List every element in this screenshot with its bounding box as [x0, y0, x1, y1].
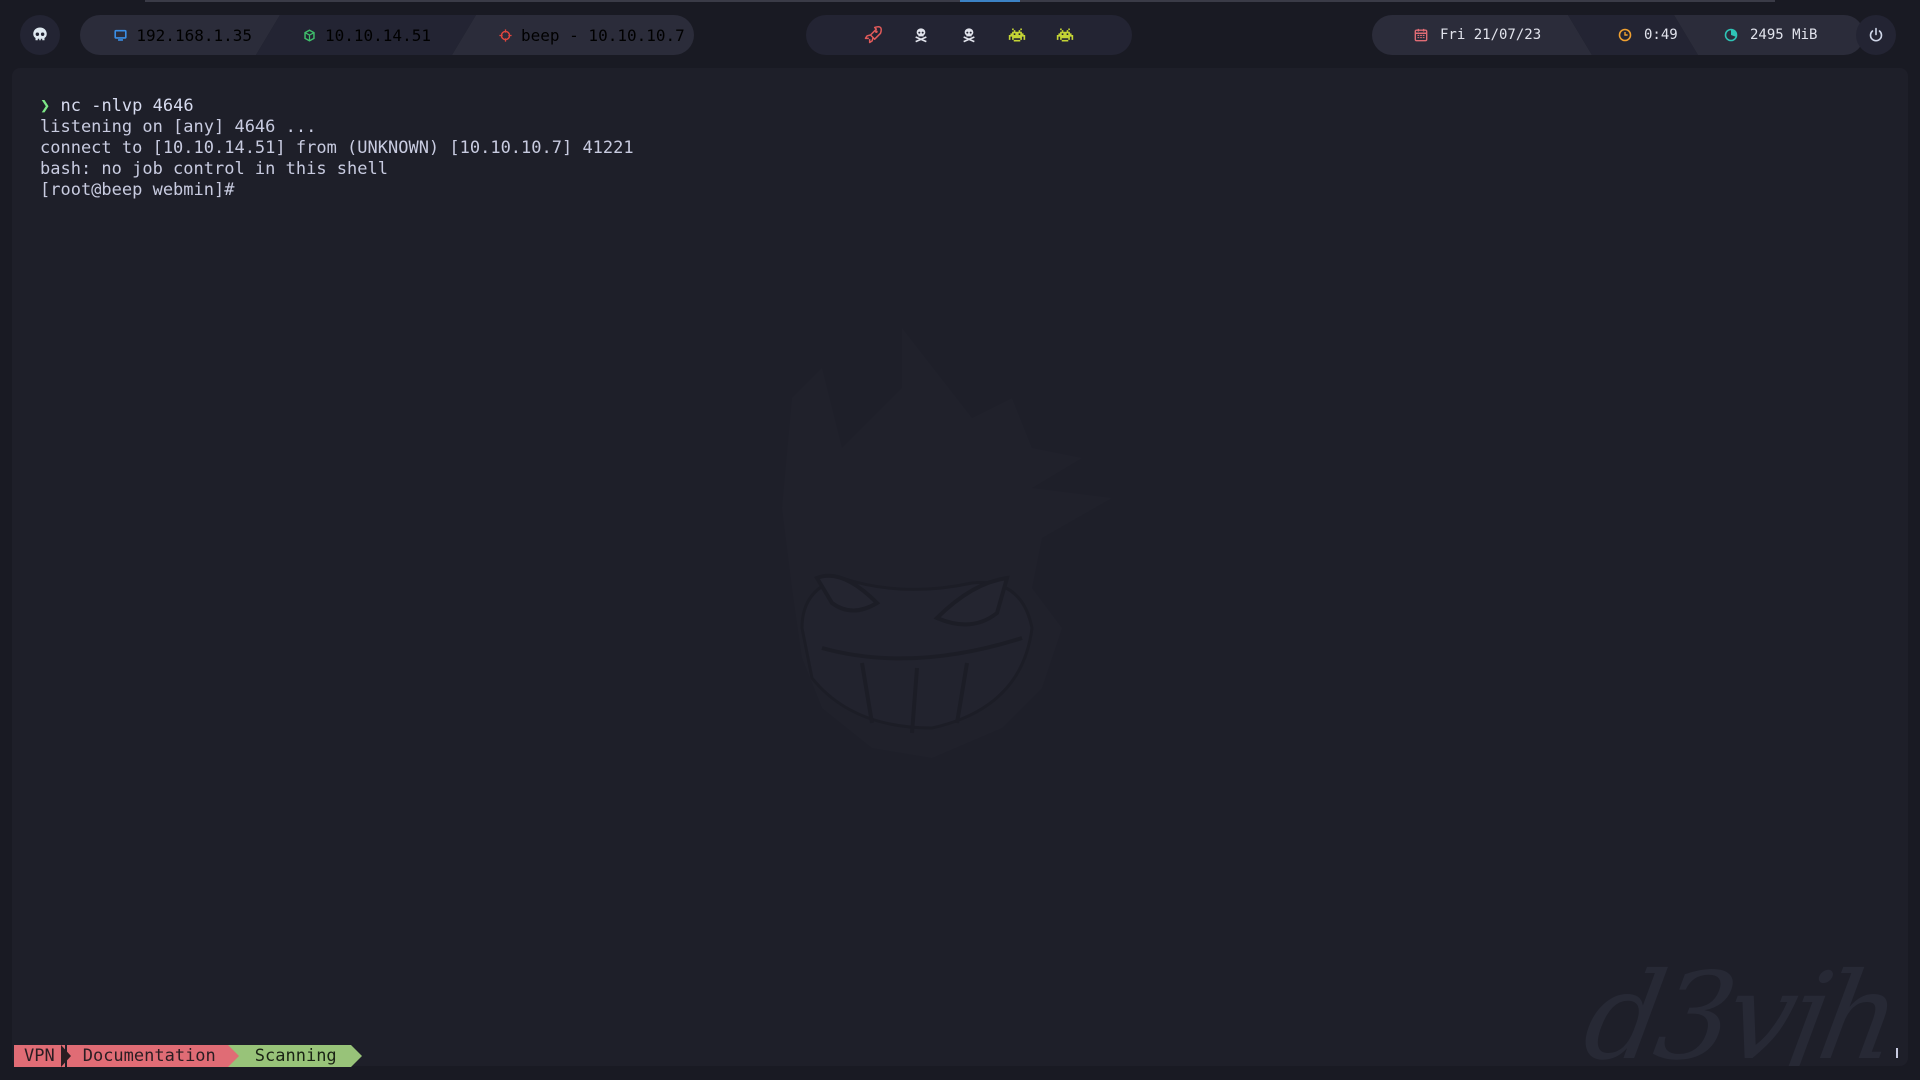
output-line-4: [root@beep webmin]# [40, 180, 235, 200]
signature-watermark: d3vjh [1574, 948, 1905, 1066]
memory-text: 2495 MiB [1750, 27, 1818, 43]
vpn-ip-text: 10.10.14.51 [325, 25, 431, 45]
workspace-indicator-line [145, 0, 1775, 2]
skull-crossbones-icon [963, 28, 975, 43]
skull-crossbones-icon [915, 28, 927, 43]
monitor-icon [114, 28, 127, 42]
vpn-ip-indicator[interactable]: 10.10.14.51 [256, 15, 476, 55]
tmux-status-bar: VPN Documentation Scanning [14, 1045, 362, 1067]
tab-documentation-label: Documentation [82, 1046, 216, 1066]
power-button[interactable] [1856, 15, 1896, 55]
tab-scanning[interactable]: Scanning [238, 1045, 351, 1067]
clock-icon [1618, 28, 1632, 42]
workspace-4[interactable] [993, 28, 1041, 42]
tab-separator [227, 1045, 239, 1067]
space-invader-icon [1008, 28, 1026, 42]
workspace-3[interactable] [945, 27, 993, 43]
scroll-indicator [1896, 1048, 1898, 1058]
local-ip-text: 192.168.1.35 [136, 25, 252, 45]
output-line-3: bash: no job control in this shell [40, 159, 388, 179]
network-indicators: 192.168.1.35 10.10.14.51 beep - 10.10.10… [80, 15, 694, 55]
local-ip-indicator[interactable]: 192.168.1.35 [80, 15, 280, 55]
active-workspace-marker [960, 0, 1020, 2]
calendar-icon [1414, 28, 1428, 42]
skull-icon [33, 27, 47, 41]
system-indicators: Fri 21/07/23 0:49 2495 MiB [1372, 15, 1864, 55]
ghost-watermark [782, 328, 1112, 758]
output-line-1: listening on [any] 4646 ... [40, 117, 317, 137]
power-icon [1869, 27, 1883, 42]
space-invader-icon [1056, 28, 1074, 42]
workspace-1[interactable] [849, 25, 897, 45]
output-line-2: connect to [10.10.14.51] from (UNKNOWN) … [40, 138, 634, 158]
crosshair-icon [498, 28, 512, 42]
date-text: Fri 21/07/23 [1440, 27, 1542, 43]
terminal-output: ❯ nc -nlvp 4646 listening on [any] 4646 … [40, 96, 634, 201]
tab-scanning-label: Scanning [254, 1046, 337, 1066]
tab-vpn[interactable]: VPN [14, 1045, 65, 1067]
target-text: beep - 10.10.10.7 [521, 25, 685, 45]
time-text: 0:49 [1644, 27, 1678, 43]
prompt-symbol: ❯ [40, 96, 51, 116]
workspace-5[interactable] [1041, 28, 1089, 42]
tab-vpn-label: VPN [24, 1046, 55, 1066]
rocket-icon [864, 26, 882, 44]
tab-documentation[interactable]: Documentation [66, 1045, 228, 1067]
terminal-window[interactable]: d3vjh ❯ nc -nlvp 4646 listening on [any]… [12, 68, 1908, 1066]
target-indicator[interactable]: beep - 10.10.10.7 [452, 15, 694, 55]
workspace-switcher [806, 15, 1132, 55]
cube-icon [302, 28, 316, 42]
workspace-2[interactable] [897, 27, 945, 43]
date-indicator[interactable]: Fri 21/07/23 [1372, 15, 1592, 55]
command-line: nc -nlvp 4646 [60, 96, 194, 116]
memory-indicator[interactable]: 2495 MiB [1674, 15, 1864, 55]
memory-gauge-icon [1724, 28, 1738, 42]
tab-separator [60, 1045, 71, 1067]
menu-button[interactable] [20, 15, 60, 55]
tab-separator [350, 1045, 362, 1067]
